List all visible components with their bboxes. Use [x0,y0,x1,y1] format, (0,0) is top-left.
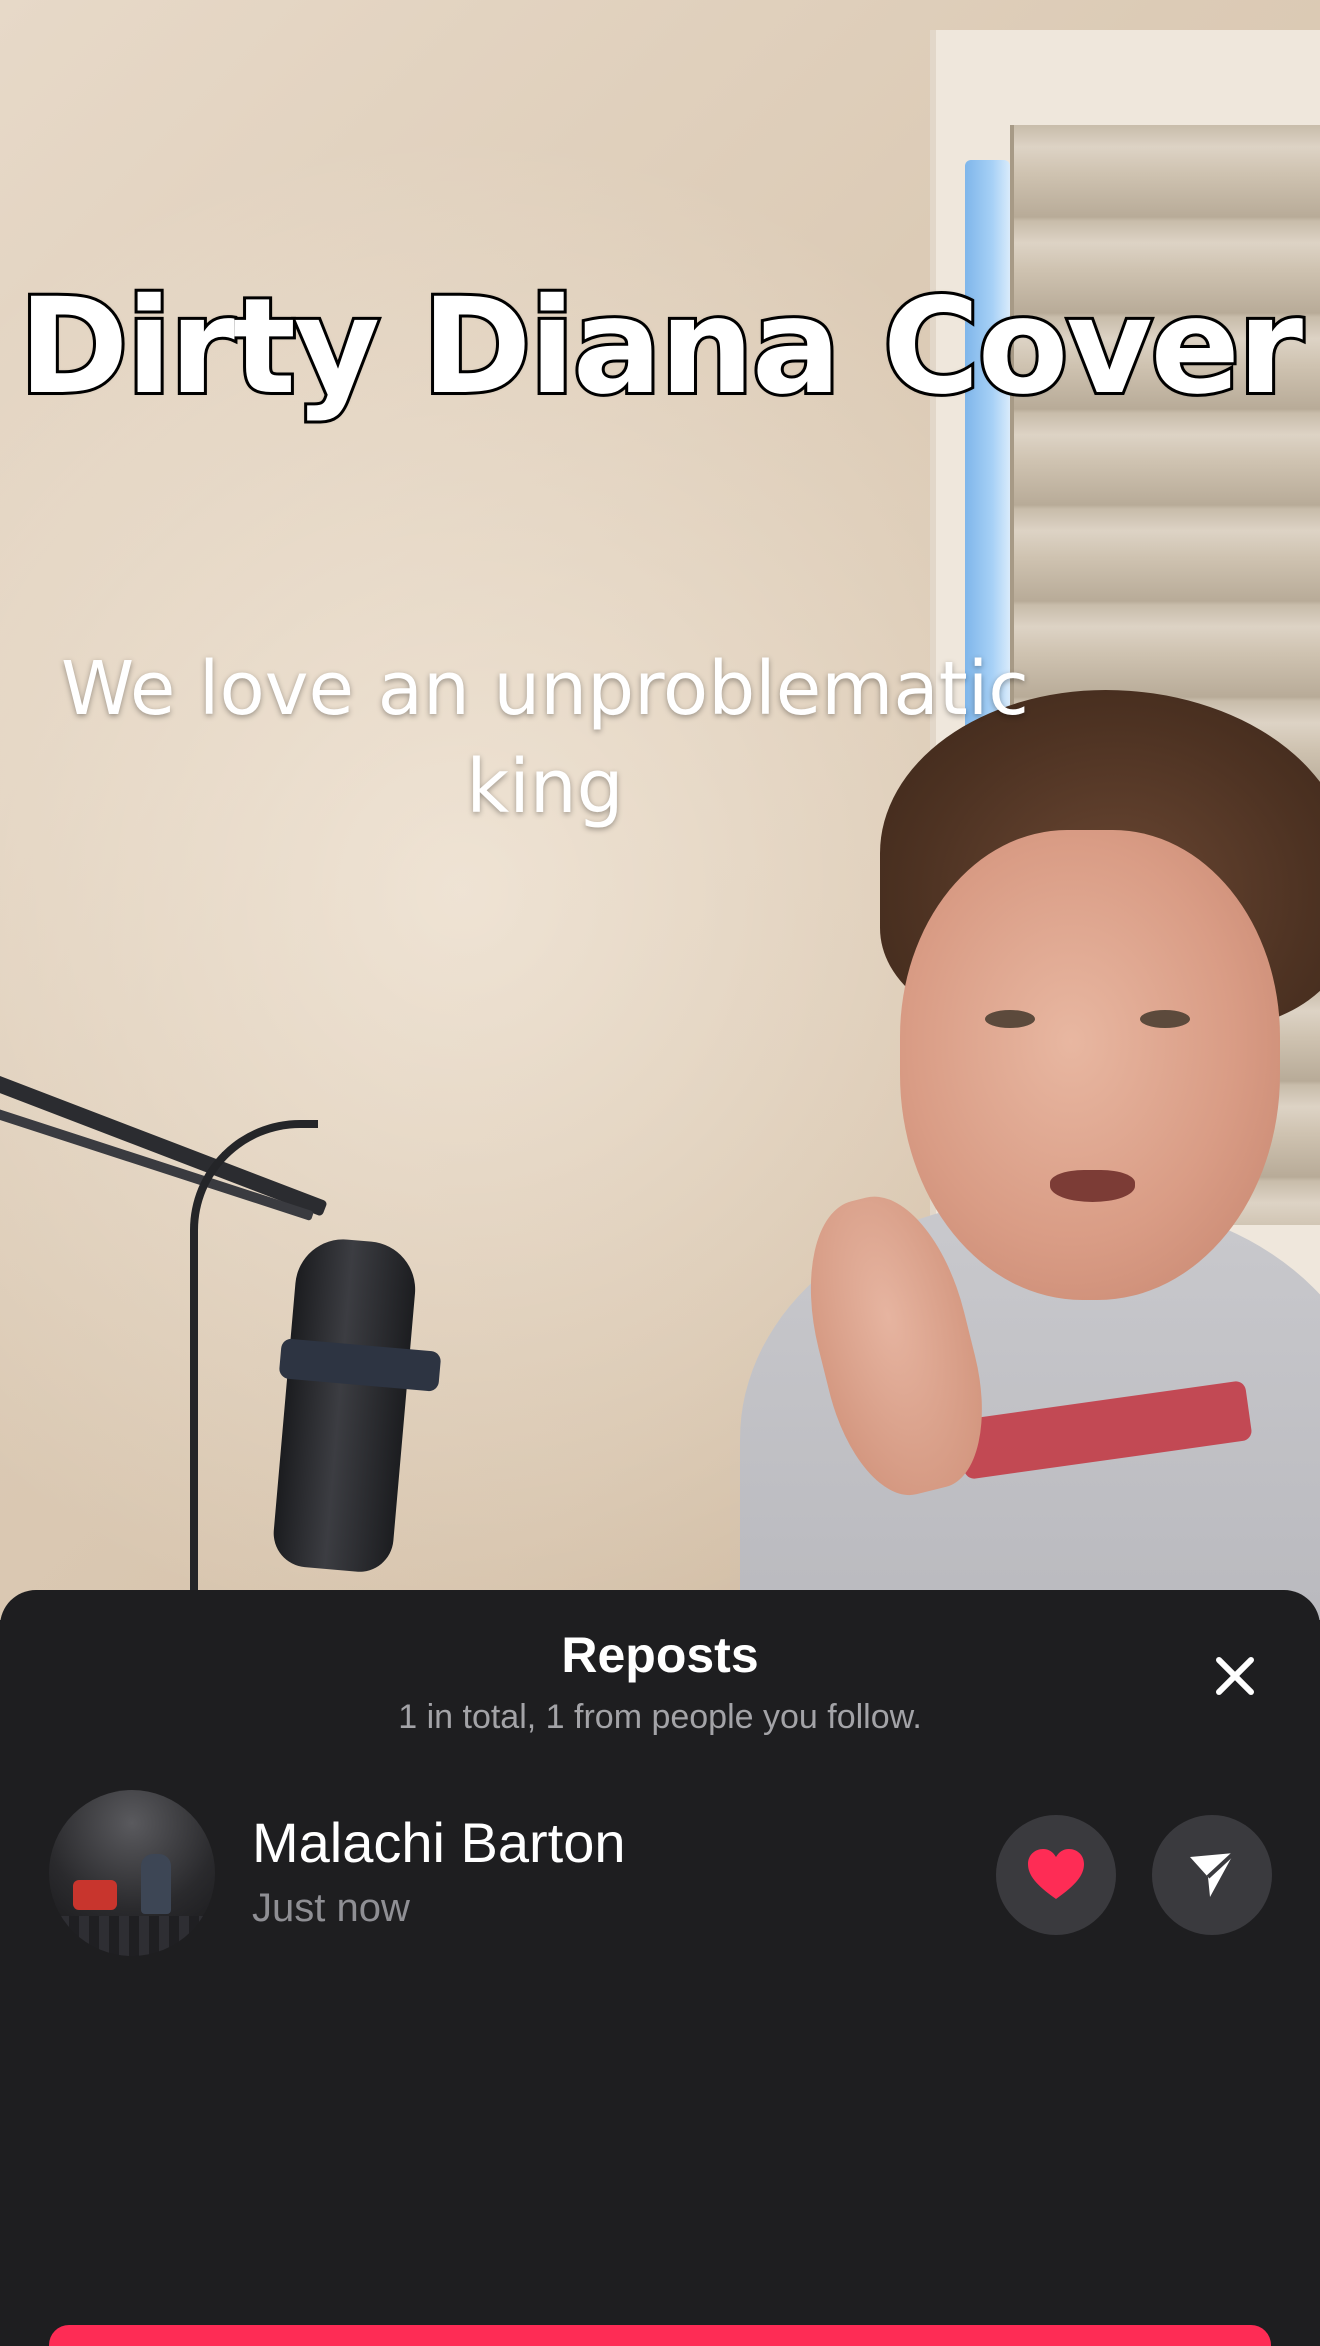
sheet-subtitle: 1 in total, 1 from people you follow. [398,1698,922,1736]
avatar[interactable] [49,1790,215,1956]
avatar-chair [73,1880,117,1910]
bottom-action-bar[interactable] [49,2325,1271,2346]
avatar-person [141,1854,171,1914]
app-screen: Dirty Diana Cover We love an unproblemat… [0,0,1320,2346]
reposts-sheet: Reposts 1 in total, 1 from people you fo… [0,1590,1320,2346]
user-name[interactable]: Malachi Barton [252,1810,626,1875]
person-mouth [1050,1170,1135,1202]
sheet-title: Reposts [561,1627,759,1683]
video-caption-line-2: king [466,744,624,830]
close-icon [1216,1657,1254,1695]
send-icon [1190,1851,1236,1897]
send-button[interactable] [1152,1815,1272,1935]
person-face [900,830,1280,1300]
video-caption-title: Dirty Diana Cover [16,267,1306,427]
video-player[interactable]: Dirty Diana Cover We love an unproblemat… [0,0,1320,1620]
video-caption-line-1: We love an unproblematic [61,646,1029,732]
video-caption-text: We love an unproblematic king [40,640,1050,836]
person-eye-right [1140,1010,1190,1028]
close-button[interactable] [1195,1636,1275,1716]
repost-list-item[interactable]: Malachi Barton Just now [0,1790,1320,1960]
repost-time: Just now [252,1886,410,1930]
avatar-floor [49,1916,215,1956]
like-button[interactable] [996,1815,1116,1935]
heart-icon [1028,1849,1084,1899]
person-eye-left [985,1010,1035,1028]
